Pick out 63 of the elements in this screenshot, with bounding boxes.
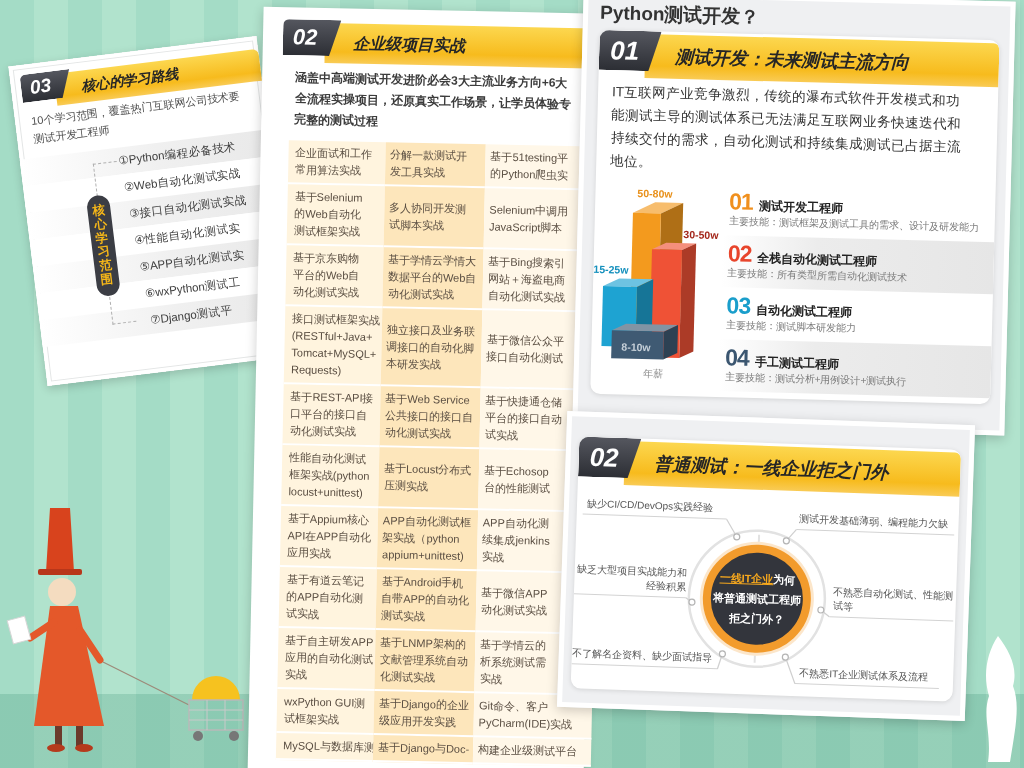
salary-label: 50-80w: [637, 186, 673, 200]
role-number: 03: [726, 292, 751, 319]
section-number: 02: [578, 436, 642, 479]
table-cell: 企业面试和工作 常用算法实战: [287, 140, 386, 187]
callout-text: 不熟悉IT企业测试体系及流程: [794, 666, 940, 690]
callout-text: 测试开发基础薄弱、编程能力欠缺: [796, 512, 955, 536]
table-cell: 基于LNMP架构的 文献管理系统自动 化测试实战: [374, 630, 476, 694]
connector-dot-icon: [782, 537, 790, 545]
role-number: 02: [727, 240, 752, 267]
table-cell: 基于京东购物 平台的Web自 动化测试实战: [285, 245, 384, 309]
cart-drawing: [188, 676, 244, 741]
table-cell: 基于有道云笔记 的APP自动化测 试实战: [278, 567, 377, 631]
connector-dot-icon: [733, 533, 741, 541]
role-skill: 主要技能：测试脚本研发能力: [725, 318, 858, 336]
leader-line: [788, 529, 797, 539]
table-cell: 基于自主研发APP 应用的自动化测试 实战: [277, 628, 376, 692]
salary-label: 8-10w: [621, 340, 651, 354]
table-cell: 接口测试框架实战 (RESTful+Java+ Tomcat+MySQL+ Requests): [283, 306, 383, 387]
table-cell: 基于REST-API接 口平台的接口自 动化测试实战: [282, 384, 381, 448]
section-number: 01: [598, 29, 662, 72]
callout-text: 不熟悉自动化测试、性能测试等: [829, 585, 955, 622]
callout-text: 缺乏大型项目实战能力和经验积累: [573, 562, 687, 599]
role-number: 04: [724, 344, 750, 371]
table-cell: 基于Android手机 自带APP的自动化 测试实战: [375, 569, 477, 633]
chart-caption: 年薪: [642, 368, 663, 380]
callout-text: 不了解名企资料、缺少面试指导: [571, 646, 718, 670]
table-cell: 性能自动化测试 框架实战(python locust+unittest): [281, 445, 380, 509]
table-cell: 分解一款测试开 发工具实战: [384, 142, 486, 189]
section-title: 普通测试：一线企业拒之门外: [623, 441, 962, 497]
intro-text: 涵盖中高端测试开发进阶必会3大主流业务方向+6大 全流程实操项目，还原真实工作场景，让学员体验专 完整的测试过程: [294, 69, 572, 131]
table-cell: 基于Selenium 的Web自动化 测试框架实战: [286, 184, 385, 248]
table-cell: 基于Django的企业 级应用开发实践: [373, 691, 475, 738]
table-cell: 基于Appium核心 API在APP自动化 应用实战: [279, 506, 379, 570]
role-skill: 主要技能：所有类型所需自动化测试技术: [727, 267, 909, 285]
page-heading: Python测试开发？: [599, 1, 761, 30]
table-cell: 构建企业级测试平台: [472, 737, 592, 767]
table-cell: MySQL与数据库测: [275, 733, 374, 763]
role-title: 测试开发工程师: [758, 198, 843, 217]
table-cell: wxPython GUI测 试框架实战: [276, 689, 375, 736]
role-title: 全栈自动化测试工程师: [757, 250, 878, 269]
salary-label: 30-50w: [683, 228, 719, 242]
leader-line: [726, 518, 736, 535]
connector-dot-icon: [688, 598, 696, 606]
connector-dot-icon: [817, 606, 825, 614]
section-number: 02: [282, 19, 342, 57]
table-cell: 基于Locust分布式 压测实战: [378, 447, 480, 511]
leader-line: [685, 597, 690, 601]
table-cell: 多人协同开发测 试脚本实战: [383, 186, 485, 250]
role-skill: 主要技能：测试分析+用例设计+测试执行: [724, 370, 908, 389]
role-title: 手工测试工程师: [754, 354, 839, 373]
role-skill: 主要技能：测试框架及测试工具的需求、设计及研发能力: [728, 214, 980, 235]
table-cell: 基于Web Service 公共接口的接口自 动化测试实战: [379, 386, 481, 450]
leader-line: [716, 656, 722, 670]
callout-text: 缺少CI/CD/DevOps实践经验: [582, 496, 728, 520]
table-cell: 基于Django与Doc-: [372, 735, 474, 765]
role-number: 01: [728, 188, 754, 215]
table-cell: 基于学情云学情大 数据平台的Web自 动化测试实战: [382, 247, 484, 311]
role-title: 自动化测试工程师: [755, 302, 853, 321]
connector-dot-icon: [718, 650, 726, 658]
leader-line: [786, 659, 796, 685]
table-cell: APP自动化测试框 架实战（python appium+unittest): [376, 508, 479, 572]
connector-dot-icon: [781, 653, 789, 661]
table-cell: 独立接口及业务联 调接口的自动化脚 本研发实战: [380, 308, 483, 389]
